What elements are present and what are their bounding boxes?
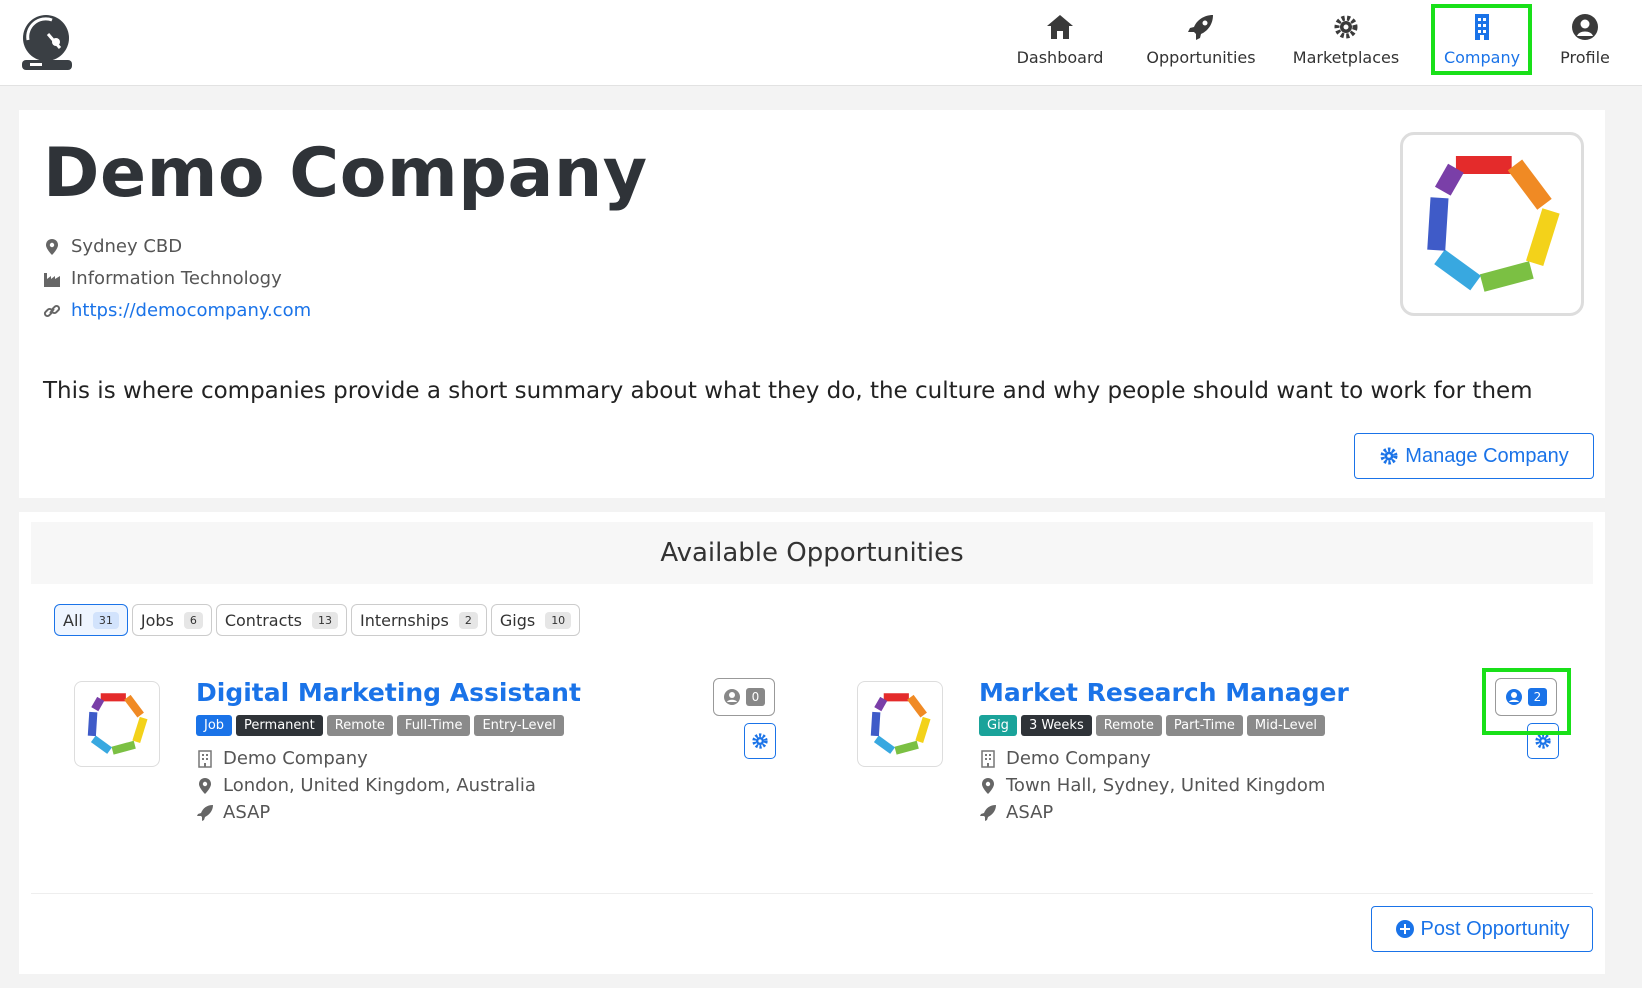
opportunity-company: Demo Company [196, 748, 368, 769]
gear-icon [1380, 447, 1398, 465]
gear-icon [1334, 15, 1358, 39]
nav-profile[interactable]: Profile [1555, 10, 1615, 74]
industry-icon [44, 272, 60, 287]
rocket-icon [1188, 15, 1213, 40]
building-icon [981, 749, 995, 768]
hexagon-logo-icon [870, 693, 931, 755]
link-icon [43, 304, 61, 317]
opportunity-logo[interactable] [74, 681, 160, 767]
opportunity-title-link[interactable]: Digital Marketing Assistant [196, 678, 581, 707]
opportunity-company: Demo Company [979, 748, 1151, 769]
nav-marketplaces[interactable]: Marketplaces [1291, 10, 1401, 74]
company-name: Demo Company [43, 134, 648, 213]
plus-circle-icon [1395, 920, 1414, 938]
opportunities-card: Available Opportunities All 31 Jobs 6 Cont… [19, 512, 1605, 974]
filter-count: 10 [545, 611, 572, 629]
manage-company-button[interactable]: Manage Company [1354, 433, 1594, 479]
tag-remote: Remote [1095, 715, 1162, 736]
opportunity-settings-button[interactable] [744, 723, 776, 759]
opportunity-title-link[interactable]: Market Research Manager [979, 678, 1349, 707]
tag-remote: Remote [326, 715, 393, 736]
company-industry: Information Technology [43, 268, 282, 289]
tag-hours: Full-Time [396, 715, 471, 736]
tag-type: Job [196, 715, 233, 736]
post-opportunity-button[interactable]: Post Opportunity [1371, 906, 1593, 952]
filter-count: 2 [458, 611, 478, 629]
nav-opportunities[interactable]: Opportunities [1142, 10, 1260, 74]
nav-label: Opportunities [1146, 48, 1256, 67]
company-logo [1400, 132, 1584, 316]
opportunity-start: ASAP [979, 802, 1053, 823]
company-website: https://democompany.com [43, 300, 311, 321]
filter-chips: All 31 Jobs 6 Contracts 13 Internships 2 Gig… [54, 604, 581, 636]
nav-company-highlight [1431, 4, 1532, 75]
filter-count: 13 [312, 611, 339, 629]
nav-label: Marketplaces [1292, 48, 1400, 67]
website-link[interactable]: https://democompany.com [71, 300, 311, 321]
tag-term: Permanent [236, 715, 323, 736]
nav-dashboard[interactable]: Dashboard [1013, 10, 1107, 74]
applicants-button[interactable]: 0 [713, 678, 775, 716]
company-summary: This is where companies provide a short … [43, 378, 1533, 404]
applicants-highlight [1482, 668, 1571, 735]
hexagon-logo-icon [87, 693, 148, 755]
tag-level: Entry-Level [474, 715, 564, 736]
filter-contracts[interactable]: Contracts 13 [215, 604, 348, 636]
opportunity-logo[interactable] [857, 681, 943, 767]
company-location: Sydney CBD [43, 236, 182, 257]
home-icon [1047, 15, 1073, 39]
map-pin-icon [46, 238, 58, 255]
building-icon [198, 749, 212, 768]
opportunity-tags: Gig 3 Weeks Remote Part-Time Mid-Level [979, 715, 1325, 736]
opportunity-location: London, United Kingdom, Australia [196, 775, 536, 796]
rocket-icon [980, 804, 996, 821]
rocket-icon [197, 804, 213, 821]
top-nav: Dashboard Opportunities Marketplaces Com… [0, 0, 1642, 86]
company-card: Demo Company Sydney CBD Information Tech… [19, 110, 1605, 498]
opportunities-heading: Available Opportunities [31, 522, 1593, 584]
divider [31, 893, 1593, 894]
applicant-count: 0 [745, 688, 766, 706]
nav-label: Dashboard [1016, 48, 1104, 67]
opportunity-tags: Job Permanent Remote Full-Time Entry-Lev… [196, 715, 564, 736]
user-icon [723, 689, 740, 705]
opportunity-location: Town Hall, Sydney, United Kingdom [979, 775, 1325, 796]
filter-gigs[interactable]: Gigs 10 [490, 604, 581, 636]
map-pin-icon [199, 777, 211, 794]
map-pin-icon [982, 777, 994, 794]
tag-type: Gig [979, 715, 1017, 736]
opportunity-start: ASAP [196, 802, 270, 823]
filter-jobs[interactable]: Jobs 6 [131, 604, 212, 636]
hexagon-logo-icon [1427, 155, 1560, 292]
tag-term: 3 Weeks [1020, 715, 1092, 736]
filter-internships[interactable]: Internships 2 [351, 604, 487, 636]
nav-label: Profile [1560, 48, 1610, 67]
tag-hours: Part-Time [1165, 715, 1243, 736]
user-icon [1572, 14, 1598, 40]
gear-icon [752, 733, 768, 749]
filter-all[interactable]: All 31 [54, 604, 128, 636]
filter-count: 31 [92, 611, 119, 629]
filter-count: 6 [183, 611, 203, 629]
helmet-logo-icon[interactable] [18, 12, 76, 74]
tag-level: Mid-Level [1246, 715, 1325, 736]
